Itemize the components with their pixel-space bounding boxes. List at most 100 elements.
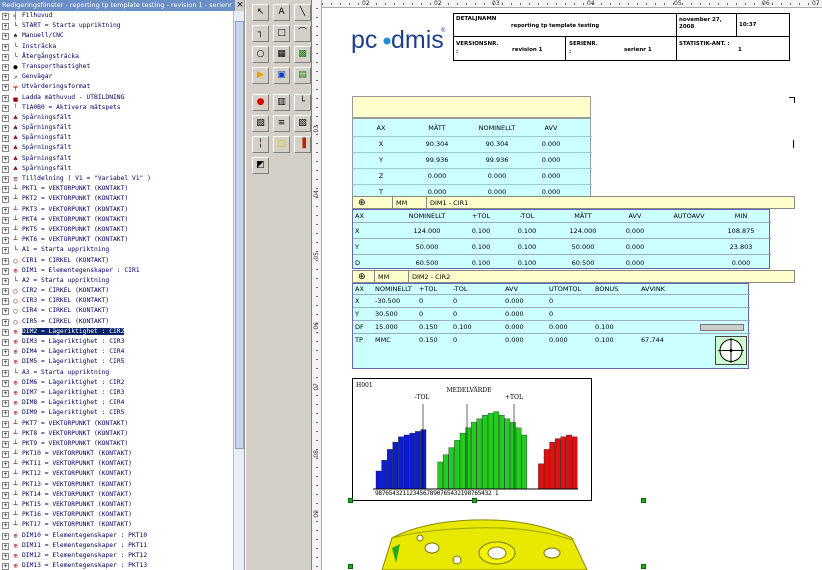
tree-item[interactable]: + └ START = Starta uppriktning <box>0 21 233 31</box>
tree-item[interactable]: + ╤ Utvärderingsformat <box>0 82 233 92</box>
expand-icon[interactable]: + <box>2 114 9 122</box>
tree-item[interactable]: + ┴ PKT1 = VEKTORPUNKT (KONTAKT) <box>0 184 233 194</box>
expand-icon[interactable]: + <box>2 176 9 183</box>
palette-tool-icon[interactable]: ◩ <box>252 157 269 174</box>
tree-item[interactable]: + ⊕ DIM11 = Elementegenskaper : PKT11 <box>0 541 233 551</box>
tree-item[interactable]: + ♠ Manuell/CNC <box>0 31 233 41</box>
view-tool-icon[interactable]: ▧ <box>294 115 311 132</box>
tree-item[interactable]: + ⊕ DIM3 = Lägeriktighet : CIR3 <box>0 337 233 347</box>
tree-item[interactable]: + ╰ Insträcka <box>0 42 233 52</box>
frame-tool-icon[interactable]: □ <box>273 136 290 153</box>
close-icon[interactable]: × <box>235 0 244 11</box>
expand-icon[interactable]: + <box>2 502 9 509</box>
tree-item[interactable]: + ⊕ DIM13 = Elementegenskaper : PKT13 <box>0 561 233 570</box>
expand-icon[interactable]: + <box>2 74 9 82</box>
tree-item[interactable]: + ┴ PKT8 = VEKTORPUNKT (KONTAKT) <box>0 429 233 439</box>
expand-icon[interactable]: + <box>2 471 9 479</box>
expand-icon[interactable]: + <box>2 63 9 71</box>
expand-icon[interactable]: + <box>2 552 9 560</box>
tree-item[interactable]: + ╡ Filhuvud <box>0 11 233 21</box>
chart-tool-icon[interactable]: ▤ <box>294 67 311 84</box>
expand-icon[interactable]: + <box>2 53 9 61</box>
tree-item[interactable]: + ⊕ DIM1 = Elementegenskaper : CIR1 <box>0 266 233 276</box>
expand-icon[interactable]: + <box>2 237 9 245</box>
line-tool-icon[interactable]: ╲ <box>294 4 311 21</box>
tree-item[interactable]: + ♣ Spårningsfält <box>0 143 233 153</box>
tree-item[interactable]: + ○ CIR1 = CIRKEL (KONTAKT) <box>0 256 233 266</box>
expand-icon[interactable]: + <box>2 277 9 285</box>
tree-item[interactable]: + ┴ PKT10 = VEKTORPUNKT (KONTAKT) <box>0 449 233 459</box>
cad-part-view[interactable] <box>362 508 602 570</box>
tree-item[interactable]: + ┴ PKT15 = VEKTORPUNKT (KONTAKT) <box>0 500 233 510</box>
expand-icon[interactable]: + <box>2 216 9 224</box>
expand-icon[interactable]: + <box>2 339 9 346</box>
expand-icon[interactable]: + <box>2 532 9 540</box>
expand-icon[interactable]: + <box>2 461 9 469</box>
tree-item[interactable]: + ▄ Ladda mäthuvud - UTBILDNING <box>0 93 233 103</box>
tree-item[interactable]: + ┴ PKT12 = VEKTORPUNKT (KONTAKT) <box>0 469 233 479</box>
expand-icon[interactable]: + <box>2 359 9 367</box>
tolerance-slider[interactable] <box>700 324 744 331</box>
expand-icon[interactable]: + <box>2 145 9 153</box>
expand-icon[interactable]: + <box>2 430 9 438</box>
tree-item[interactable]: + ┴ PKT13 = VEKTORPUNKT (KONTAKT) <box>0 480 233 490</box>
tree-item[interactable]: + ⊕ DIM7 = Lägeriktighet : CIR3 <box>0 388 233 398</box>
expand-icon[interactable]: + <box>2 298 9 306</box>
tree-item[interactable]: + ♣ Spårningsfält <box>0 133 233 143</box>
tree-item[interactable]: + └ A2 = Starta uppriktning <box>0 276 233 286</box>
expand-icon[interactable]: + <box>2 379 9 387</box>
tree-item[interactable]: + ⊕ DIM5 = Lägeriktighet : CIR5 <box>0 357 233 367</box>
expand-icon[interactable]: + <box>2 267 9 275</box>
expand-icon[interactable]: + <box>2 226 9 234</box>
tree-item[interactable]: + ┴ PKT4 = VEKTORPUNKT (KONTAKT) <box>0 215 233 225</box>
play-tool-icon[interactable]: ▶ <box>252 67 269 84</box>
expand-icon[interactable]: + <box>2 23 9 31</box>
record-tool-icon[interactable]: ● <box>252 94 269 111</box>
expand-icon[interactable]: + <box>2 308 9 316</box>
tree-item[interactable]: + ┴ PKT5 = VEKTORPUNKT (KONTAKT) <box>0 225 233 235</box>
expand-icon[interactable]: + <box>2 257 9 265</box>
expand-icon[interactable]: + <box>2 563 9 570</box>
arrow-tool-icon[interactable]: ↖ <box>252 4 269 21</box>
expand-icon[interactable]: + <box>2 186 9 194</box>
expand-icon[interactable]: + <box>2 440 9 448</box>
selection-handle[interactable] <box>641 564 646 569</box>
tree-item[interactable]: + ┴ PKT11 = VEKTORPUNKT (KONTAKT) <box>0 459 233 469</box>
tree-item[interactable]: + ○ CIR2 = CIRKEL (KONTAKT) <box>0 286 233 296</box>
expand-icon[interactable]: + <box>2 135 9 143</box>
rectangle-tool-icon[interactable]: □ <box>273 25 290 42</box>
tree-item[interactable]: + ♣ Spårningsfält <box>0 123 233 133</box>
tree-item[interactable]: + ┴ PKT14 = VEKTORPUNKT (KONTAKT) <box>0 490 233 500</box>
tree-item[interactable]: + ○ CIR4 = CIRKEL (KONTAKT) <box>0 306 233 316</box>
tree-item[interactable]: + ┴ PKT9 = VEKTORPUNKT (KONTAKT) <box>0 439 233 449</box>
expand-icon[interactable]: + <box>2 196 9 204</box>
expand-icon[interactable]: + <box>2 400 9 408</box>
expand-icon[interactable]: + <box>2 369 9 377</box>
expand-icon[interactable]: + <box>2 491 9 499</box>
tree-item[interactable]: + ┴ PKT6 = VEKTORPUNKT (KONTAKT) <box>0 235 233 245</box>
split-tool-icon[interactable]: ╎ <box>252 136 269 153</box>
histogram-tool-icon[interactable]: ▐ <box>294 136 311 153</box>
expand-icon[interactable]: + <box>2 410 9 418</box>
expand-icon[interactable]: + <box>2 318 9 326</box>
expand-icon[interactable]: + <box>2 420 9 428</box>
expand-icon[interactable]: + <box>2 481 9 489</box>
expand-icon[interactable]: + <box>2 43 9 51</box>
expand-icon[interactable]: + <box>2 522 9 530</box>
image-tool-icon[interactable]: ▩ <box>294 46 311 63</box>
expand-icon[interactable]: + <box>2 328 9 336</box>
expand-icon[interactable]: + <box>2 451 9 459</box>
save-tool-icon[interactable]: ▣ <box>273 67 290 84</box>
curve-tool-icon[interactable]: ⌒ <box>294 25 311 42</box>
expand-icon[interactable]: + <box>2 125 9 133</box>
expand-icon[interactable]: + <box>2 247 9 255</box>
expand-icon[interactable]: + <box>2 84 9 92</box>
tree-item[interactable]: + └ A3 = Starta uppriktning <box>0 368 233 378</box>
tree-item[interactable]: + ⊕ DIM6 = Lägeriktighet : CIR2 <box>0 378 233 388</box>
axis-tool-icon[interactable]: └ <box>294 94 311 111</box>
tree-item[interactable]: + ⊕ DIM8 = Lägeriktighet : CIR4 <box>0 398 233 408</box>
tree-item[interactable]: + ┴ PKT2 = VEKTORPUNKT (KONTAKT) <box>0 194 233 204</box>
tree-item[interactable]: + ┴ PKT3 = VEKTORPUNKT (KONTAKT) <box>0 205 233 215</box>
expand-icon[interactable]: + <box>2 94 9 102</box>
expand-icon[interactable]: + <box>2 349 9 357</box>
